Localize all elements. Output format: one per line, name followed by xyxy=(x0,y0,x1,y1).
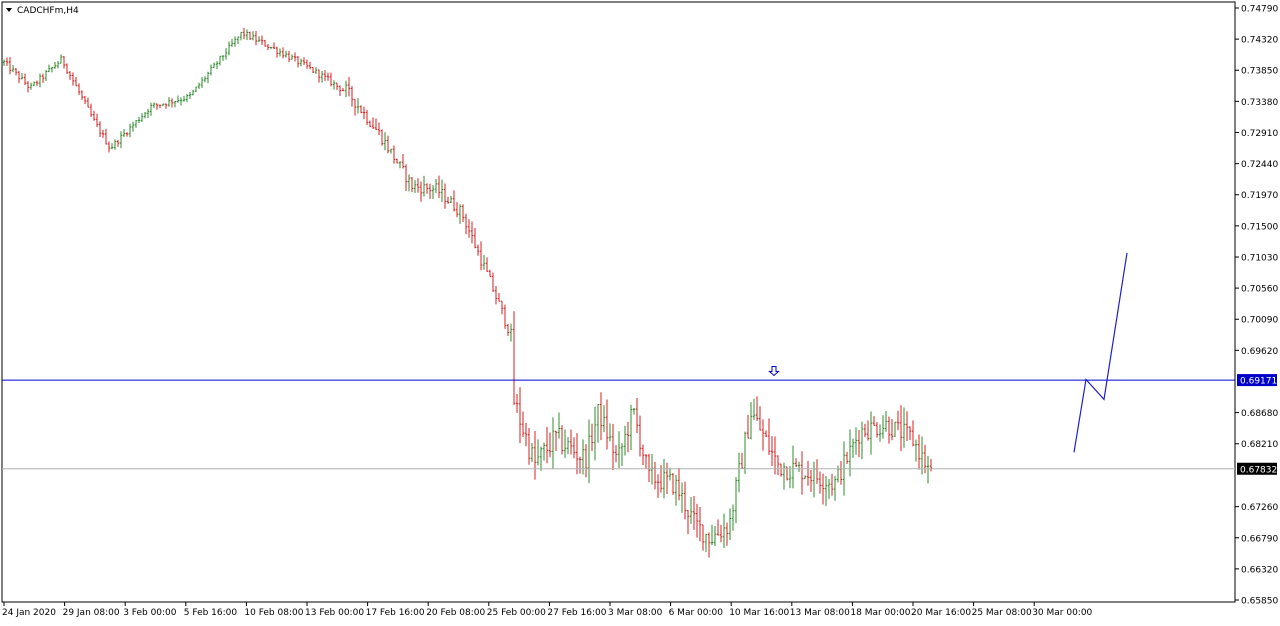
symbol-title: CADCHFm,H4 xyxy=(17,6,79,16)
symbol-header: CADCHFm,H4 xyxy=(6,6,79,16)
y-tick-label: 0.74320 xyxy=(1241,36,1278,46)
y-tick-label: 0.66320 xyxy=(1241,565,1278,575)
x-tick-label: 6 Mar 00:00 xyxy=(669,608,724,618)
price-chart[interactable]: 0.74790 0.74320 0.73850 0.73380 0.72910 0.724… xyxy=(0,0,1280,622)
time-axis[interactable]: 24 Jan 2020 29 Jan 08:00 3 Feb 00:00 5 Feb … xyxy=(2,602,1093,618)
y-tick-label: 0.70560 xyxy=(1241,285,1278,295)
y-tick-label: 0.65850 xyxy=(1241,597,1278,607)
y-tick-label: 0.71500 xyxy=(1241,222,1278,232)
x-tick-label: 3 Feb 00:00 xyxy=(123,608,177,618)
y-tick-label: 0.72440 xyxy=(1241,160,1278,170)
x-tick-label: 3 Mar 08:00 xyxy=(608,608,663,618)
x-tick-label: 13 Feb 00:00 xyxy=(305,608,364,618)
chart-canvas[interactable]: 0.74790 0.74320 0.73850 0.73380 0.72910 0.724… xyxy=(0,0,1280,622)
y-tick-label: 0.69620 xyxy=(1241,347,1278,357)
y-tick-label: 0.66790 xyxy=(1241,534,1278,544)
y-tick-label: 0.74790 xyxy=(1241,5,1278,15)
x-tick-label: 5 Feb 16:00 xyxy=(184,608,238,618)
x-tick-label: 18 Mar 00:00 xyxy=(850,608,910,618)
y-tick-label: 0.72910 xyxy=(1241,129,1278,139)
y-tick-label: 0.73850 xyxy=(1241,67,1278,77)
x-tick-label: 10 Feb 08:00 xyxy=(244,608,303,618)
price-axis[interactable]: 0.74790 0.74320 0.73850 0.73380 0.72910 0.724… xyxy=(1235,5,1278,607)
x-tick-label: 29 Jan 08:00 xyxy=(63,608,120,618)
y-tick-label: 0.71030 xyxy=(1241,253,1278,263)
x-tick-label: 20 Feb 08:00 xyxy=(426,608,485,618)
y-tick-label: 0.73380 xyxy=(1241,98,1278,108)
x-tick-label: 25 Feb 00:00 xyxy=(487,608,546,618)
y-tick-label: 0.68210 xyxy=(1241,440,1278,450)
plot-frame xyxy=(1,1,1236,603)
x-tick-label: 10 Mar 16:00 xyxy=(729,608,789,618)
y-tick-label: 0.68680 xyxy=(1241,409,1278,419)
y-tick-label: 0.70090 xyxy=(1241,316,1278,326)
x-tick-label: 20 Mar 16:00 xyxy=(911,608,971,618)
x-tick-label: 17 Feb 16:00 xyxy=(366,608,425,618)
y-tick-label: 0.67260 xyxy=(1241,503,1278,513)
x-tick-label: 30 Mar 00:00 xyxy=(1032,608,1092,618)
x-tick-label: 25 Mar 08:00 xyxy=(972,608,1032,618)
x-tick-label: 24 Jan 2020 xyxy=(2,608,56,618)
x-tick-label: 27 Feb 16:00 xyxy=(547,608,606,618)
y-tick-label: 0.71970 xyxy=(1241,191,1278,201)
level-price-label: 0.69171 xyxy=(1240,377,1277,387)
x-tick-label: 13 Mar 08:00 xyxy=(790,608,850,618)
current-price-label: 0.67832 xyxy=(1240,465,1277,475)
